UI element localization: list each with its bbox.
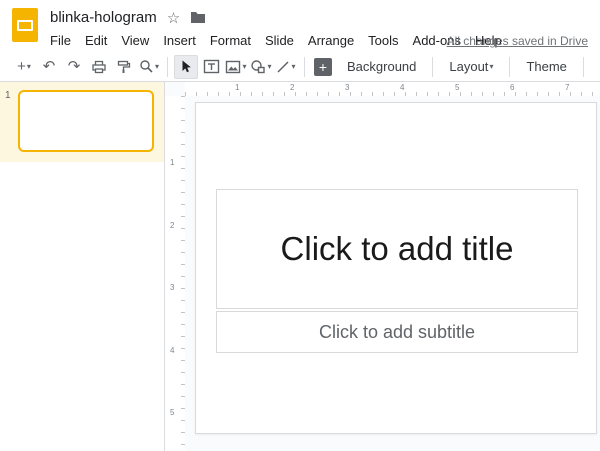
line-icon (276, 60, 290, 74)
insert-comment-button[interactable]: + (311, 55, 335, 79)
h-ruler-label: 5 (455, 83, 459, 92)
zoom-button[interactable]: ▾ (137, 55, 161, 79)
menu-tools[interactable]: Tools (361, 30, 405, 51)
toolbar: + ▾ ↶ ↷ ▾ (0, 52, 600, 82)
shape-caret-icon: ▾ (267, 62, 271, 71)
menu-edit[interactable]: Edit (78, 30, 114, 51)
text-box-tool-button[interactable] (199, 55, 223, 79)
transition-button[interactable]: Transition (590, 55, 600, 78)
menu-arrange[interactable]: Arrange (301, 30, 361, 51)
h-ruler-label: 6 (510, 83, 514, 92)
h-ruler-label: 2 (290, 83, 294, 92)
h-ruler-label: 1 (235, 83, 239, 92)
new-slide-button[interactable]: + ▾ (12, 55, 36, 79)
zoom-caret-icon: ▾ (155, 62, 159, 71)
layout-button[interactable]: Layout ▾ (439, 55, 503, 78)
h-ruler-label: 4 (400, 83, 404, 92)
slides-app: blinka-hologram ☆ File Edit View Insert … (0, 0, 600, 451)
v-ruler-label: 2 (170, 221, 174, 230)
slide-thumbnail[interactable] (18, 90, 154, 152)
v-ruler-label: 1 (170, 158, 174, 167)
plus-square-icon: + (314, 58, 332, 76)
horizontal-ruler: 1 2 3 4 5 6 7 (185, 82, 600, 96)
plus-glyph: + (319, 59, 327, 75)
slides-logo-inner (17, 20, 33, 31)
menu-view[interactable]: View (114, 30, 156, 51)
paint-roller-icon (116, 59, 132, 75)
redo-icon: ↷ (68, 59, 81, 74)
zoom-icon (139, 59, 154, 74)
top-bar: blinka-hologram ☆ File Edit View Insert … (0, 0, 600, 52)
v-ruler-label: 3 (170, 283, 174, 292)
menu-file[interactable]: File (43, 30, 78, 51)
paint-format-button[interactable] (112, 55, 136, 79)
print-button[interactable] (87, 55, 111, 79)
menu-insert[interactable]: Insert (156, 30, 203, 51)
toolbar-separator (304, 57, 305, 77)
toolbar-separator (583, 57, 584, 77)
h-ruler-label: 3 (345, 83, 349, 92)
print-icon (91, 59, 107, 75)
title-placeholder[interactable]: Click to add title (216, 189, 578, 309)
vertical-ruler: 1 2 3 4 5 (165, 96, 185, 451)
toolbar-separator (167, 57, 168, 77)
shape-icon (250, 59, 266, 74)
subtitle-placeholder[interactable]: Click to add subtitle (216, 311, 578, 353)
toolbar-separator (432, 57, 433, 77)
menu-slide[interactable]: Slide (258, 30, 301, 51)
undo-icon: ↶ (43, 59, 56, 74)
text-box-icon (203, 59, 220, 74)
shape-tool-button[interactable]: ▾ (249, 55, 273, 79)
v-ruler-label: 5 (170, 408, 174, 417)
select-tool-button[interactable] (174, 55, 198, 79)
editing-canvas: 1 2 3 4 5 6 7 1 2 3 4 5 Click to add tit… (165, 82, 600, 451)
h-ruler-label: 7 (565, 83, 569, 92)
background-button[interactable]: Background (337, 55, 426, 78)
toolbar-separator (509, 57, 510, 77)
cursor-icon (179, 59, 193, 74)
v-ruler-label: 4 (170, 346, 174, 355)
slide-filmstrip: 1 (0, 82, 165, 451)
undo-button[interactable]: ↶ (37, 55, 61, 79)
main-area: 1 1 2 3 4 5 6 7 1 2 3 4 5 Click (0, 82, 600, 451)
insert-image-button[interactable]: ▾ (224, 55, 248, 79)
document-title-row: blinka-hologram ☆ (50, 8, 588, 27)
folder-icon (190, 11, 206, 24)
theme-button[interactable]: Theme (516, 55, 576, 78)
move-to-folder-button[interactable] (190, 11, 206, 24)
redo-button[interactable]: ↷ (62, 55, 86, 79)
slide-editor[interactable]: Click to add title Click to add subtitle (195, 102, 597, 434)
saved-status-link[interactable]: All changes saved in Drive (447, 34, 588, 48)
line-caret-icon: ▾ (291, 62, 295, 71)
document-title[interactable]: blinka-hologram (50, 9, 157, 26)
new-slide-caret-icon: ▾ (27, 62, 31, 71)
star-icon[interactable]: ☆ (167, 9, 180, 27)
slide-thumbnail-wrap: 1 (0, 82, 164, 162)
slides-logo-icon[interactable] (12, 8, 38, 42)
layout-label: Layout (449, 59, 488, 74)
line-tool-button[interactable]: ▾ (274, 55, 298, 79)
plus-icon: + (17, 59, 26, 74)
layout-caret-icon: ▾ (489, 62, 493, 71)
image-caret-icon: ▾ (242, 62, 246, 71)
menu-format[interactable]: Format (203, 30, 258, 51)
slide-number: 1 (5, 90, 11, 101)
image-icon (225, 60, 241, 74)
